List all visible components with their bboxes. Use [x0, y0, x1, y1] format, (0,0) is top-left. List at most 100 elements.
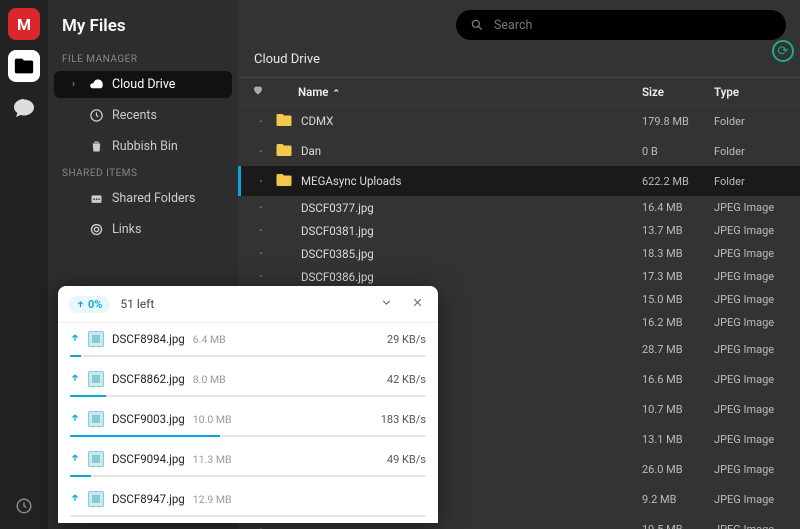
table-row[interactable]: •DSCF0377.jpg16.4 MBJPEG Image — [238, 196, 800, 219]
favorite-dot[interactable]: • — [247, 272, 275, 281]
sidebar-item-shared-folders[interactable]: Shared Folders — [54, 185, 232, 212]
upload-file-size: 11.3 MB — [193, 453, 232, 466]
file-name: CDMX — [301, 114, 642, 128]
file-name: DSCF0385.jpg — [301, 247, 642, 261]
upload-item[interactable]: DSCF9094.jpg 11.3 MB 49 KB/s — [58, 443, 438, 483]
sort-asc-icon: ⌃ — [333, 89, 341, 99]
upload-file-name: DSCF8984.jpg — [112, 332, 185, 346]
favorite-dot[interactable]: • — [247, 117, 275, 126]
file-size: 28.7 MB — [642, 343, 714, 356]
upload-file-size: 10.0 MB — [193, 413, 232, 426]
file-type: JPEG Image — [714, 493, 790, 506]
sidebar-item-label: Links — [112, 222, 141, 237]
mega-logo-icon[interactable]: M — [8, 8, 40, 40]
favorite-dot[interactable]: • — [247, 525, 275, 529]
breadcrumb[interactable]: Cloud Drive — [238, 48, 800, 77]
sync-status-icon[interactable]: ⟳ — [772, 40, 794, 62]
section-file-manager: FILE MANAGER — [48, 48, 238, 69]
chevron-right-icon: › — [72, 79, 80, 90]
file-type: JPEG Image — [714, 247, 790, 260]
favorite-dot[interactable]: • — [247, 147, 275, 156]
close-icon[interactable] — [407, 294, 428, 314]
file-size: 13.1 MB — [642, 433, 714, 446]
link-icon — [88, 222, 104, 237]
file-type: JPEG Image — [714, 523, 790, 529]
cloud-icon — [88, 77, 104, 92]
file-type: JPEG Image — [714, 373, 790, 386]
upload-progress-bar — [70, 355, 426, 357]
upload-progress-bar — [70, 475, 426, 477]
search-box[interactable] — [456, 10, 786, 40]
upload-progress-badge: 0% — [68, 296, 110, 313]
sidebar-item-rubbish[interactable]: Rubbish Bin — [54, 133, 232, 160]
sidebar-item-cloud-drive[interactable]: › Cloud Drive — [54, 71, 232, 98]
status-rail-icon[interactable] — [15, 497, 33, 519]
search-icon — [470, 18, 484, 32]
file-type: JPEG Image — [714, 403, 790, 416]
sidebar-item-label: Rubbish Bin — [112, 139, 178, 154]
section-shared: SHARED ITEMS — [48, 162, 238, 183]
file-size: 17.3 MB — [642, 270, 714, 283]
upload-file-name: DSCF9094.jpg — [112, 452, 185, 466]
favorite-dot[interactable]: • — [247, 177, 275, 186]
image-file-icon — [88, 411, 104, 427]
upload-item[interactable]: DSCF9003.jpg10.0 MB183 KB/s — [58, 403, 438, 443]
table-row[interactable]: • Dan0 BFolder — [238, 136, 800, 166]
column-name[interactable]: Name⌃ — [298, 85, 642, 99]
chat-rail-icon[interactable] — [8, 92, 40, 124]
favorite-dot[interactable]: • — [247, 203, 275, 212]
file-size: 9.2 MB — [642, 493, 714, 506]
left-rail: M — [0, 0, 48, 529]
file-type: JPEG Image — [714, 201, 790, 214]
column-type[interactable]: Type — [714, 85, 790, 99]
file-size: 16.6 MB — [642, 373, 714, 386]
file-size: 16.2 MB — [642, 316, 714, 329]
upload-header: 0% 51 left — [58, 286, 438, 323]
file-type: Folder — [714, 115, 790, 128]
image-file-icon — [88, 371, 104, 387]
file-type: JPEG Image — [714, 293, 790, 306]
upload-speed: 42 KB/s — [387, 373, 426, 386]
upload-item[interactable]: DSCF8862.jpg8.0 MB42 KB/s — [58, 363, 438, 403]
folder-icon — [275, 171, 293, 189]
shared-folder-icon — [88, 191, 104, 206]
file-size: 622.2 MB — [642, 175, 714, 188]
file-size: 179.8 MB — [642, 115, 714, 128]
upload-arrow-icon — [70, 492, 80, 506]
column-size[interactable]: Size — [642, 85, 714, 99]
upload-file-size: 8.0 MB — [193, 373, 226, 386]
file-size: 0 B — [642, 145, 714, 158]
file-type: JPEG Image — [714, 433, 790, 446]
column-favorite[interactable] — [244, 84, 272, 99]
file-name: DSCF0381.jpg — [301, 224, 642, 238]
table-row[interactable]: • CDMX179.8 MBFolder — [238, 106, 800, 136]
files-rail-icon[interactable] — [8, 50, 40, 82]
upload-item[interactable]: DSCF8947.jpg12.9 MB — [58, 483, 438, 523]
sidebar-item-label: Recents — [112, 108, 157, 123]
topbar — [238, 0, 800, 48]
sidebar-item-recents[interactable]: Recents — [54, 102, 232, 129]
table-row[interactable]: •DSCF0385.jpg18.3 MBJPEG Image — [238, 242, 800, 265]
table-header: Name⌃ Size Type — [238, 77, 800, 106]
table-row[interactable]: •MEGAsync Uploads622.2 MBFolder — [238, 166, 800, 196]
file-type: Folder — [714, 145, 790, 158]
file-type: JPEG Image — [714, 463, 790, 476]
search-input[interactable] — [494, 18, 772, 33]
table-row[interactable]: •DSCF0381.jpg13.7 MBJPEG Image — [238, 219, 800, 242]
sidebar-item-links[interactable]: Links — [54, 216, 232, 243]
upload-item[interactable]: DSCF8984.jpg6.4 MB29 KB/s — [58, 323, 438, 363]
upload-arrow-icon — [70, 372, 80, 386]
upload-arrow-icon — [70, 332, 80, 346]
upload-progress-bar — [70, 395, 426, 397]
file-type: JPEG Image — [714, 316, 790, 329]
favorite-dot[interactable]: • — [247, 249, 275, 258]
table-row[interactable]: •DSCF0386.jpg17.3 MBJPEG Image — [238, 265, 800, 288]
image-file-icon — [88, 451, 104, 467]
upload-progress-bar — [70, 515, 426, 517]
image-file-icon — [88, 331, 104, 347]
file-name: Dan — [301, 144, 642, 158]
upload-speed: 49 KB/s — [387, 453, 426, 466]
favorite-dot[interactable]: • — [247, 226, 275, 235]
clock-icon — [88, 108, 104, 123]
collapse-icon[interactable] — [376, 294, 397, 314]
